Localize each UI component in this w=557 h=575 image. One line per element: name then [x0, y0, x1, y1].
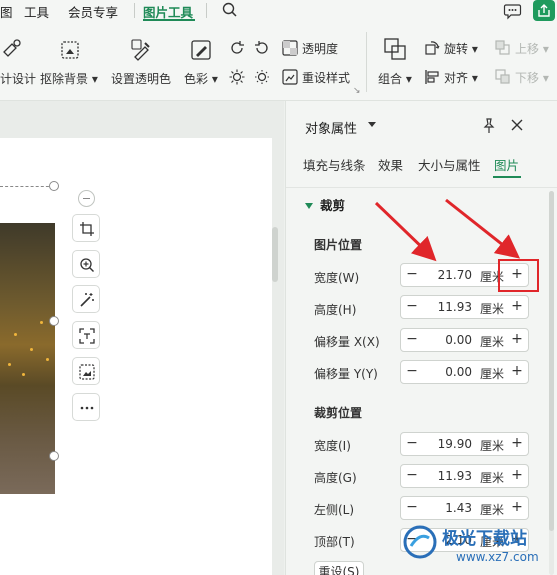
- watermark-url: www.xz7.com: [456, 550, 539, 564]
- annotation-arrow: [374, 201, 437, 262]
- annotation-arrow: [445, 198, 521, 259]
- highlight-box: [498, 259, 539, 292]
- watermark-text: 极光下载站: [442, 529, 527, 549]
- annotation-arrows: [374, 198, 521, 262]
- watermark: 极光下载站 www.xz7.com: [398, 518, 557, 575]
- watermark-logo-icon: [403, 525, 437, 559]
